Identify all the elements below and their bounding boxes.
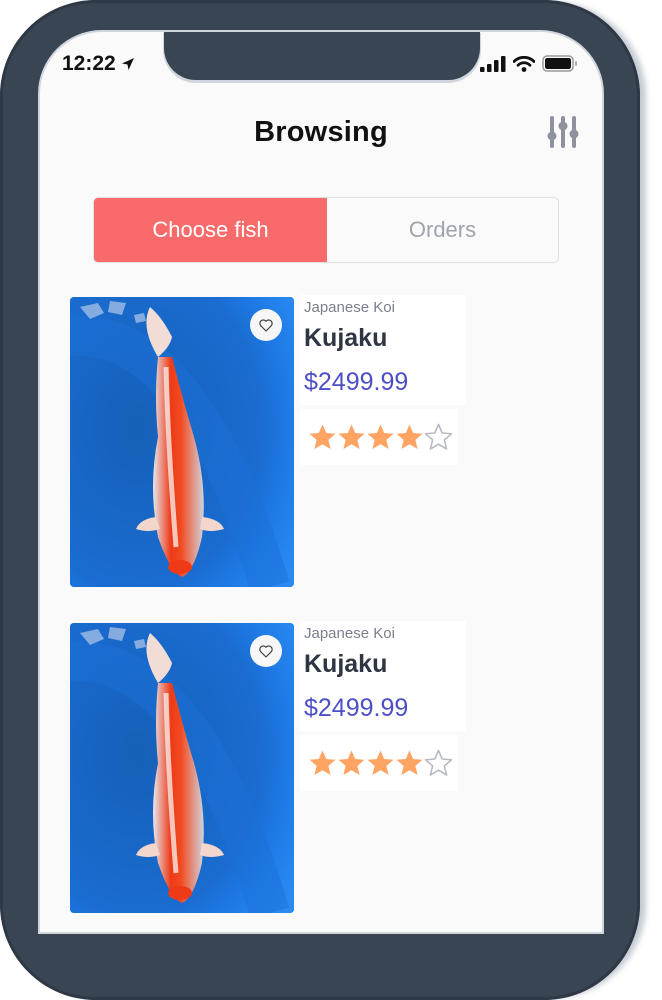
battery-full-icon [542,55,577,72]
star-filled-icon [367,424,394,449]
star-filled-icon [367,750,394,775]
product-name[interactable]: Kujaku [304,324,387,353]
product-info: Japanese Koi Kujaku $2499.99 [300,295,466,405]
filter-button[interactable] [546,114,580,150]
product-category: Japanese Koi [304,625,395,642]
sliders-icon [547,116,579,148]
heart-outline-icon [259,644,273,658]
status-bar-indicators [480,55,578,72]
product-price: $2499.99 [304,694,409,722]
koi-fish-photo [70,297,294,587]
page-title: Browsing [254,116,388,148]
cellular-signal-icon [480,55,506,72]
star-filled-icon [338,750,365,775]
product-image[interactable] [70,297,294,587]
star-filled-icon [396,750,423,775]
app-screen: 12:22 Browsing Choose fish Orders Japane… [40,32,602,932]
tab-orders[interactable]: Orders [327,198,558,262]
time-text: 12:22 [62,52,116,75]
star-filled-icon [396,424,423,449]
product-info: Japanese Koi Kujaku $2499.99 [300,621,466,731]
product-price: $2499.99 [304,368,409,396]
wifi-icon [513,55,535,72]
tab-choose-fish[interactable]: Choose fish [94,198,327,262]
star-rating [300,409,458,465]
product-card[interactable]: Japanese Koi Kujaku $2499.99 [68,617,488,917]
status-bar-time: 12:22 [62,52,135,76]
device-notch [164,32,480,80]
star-filled-icon [309,750,336,775]
star-rating [300,735,458,791]
product-image[interactable] [70,623,294,913]
product-name[interactable]: Kujaku [304,650,387,679]
star-filled-icon [338,424,365,449]
favorite-button[interactable] [250,635,282,667]
product-card[interactable]: Japanese Koi Kujaku $2499.99 [68,291,488,591]
location-arrow-icon [121,58,134,70]
star-empty-icon [424,749,453,776]
heart-outline-icon [259,318,273,332]
segmented-control: Choose fish Orders [93,197,559,263]
star-empty-icon [424,423,453,450]
favorite-button[interactable] [250,309,282,341]
product-category: Japanese Koi [304,299,395,316]
star-filled-icon [309,424,336,449]
koi-fish-photo [70,623,294,913]
